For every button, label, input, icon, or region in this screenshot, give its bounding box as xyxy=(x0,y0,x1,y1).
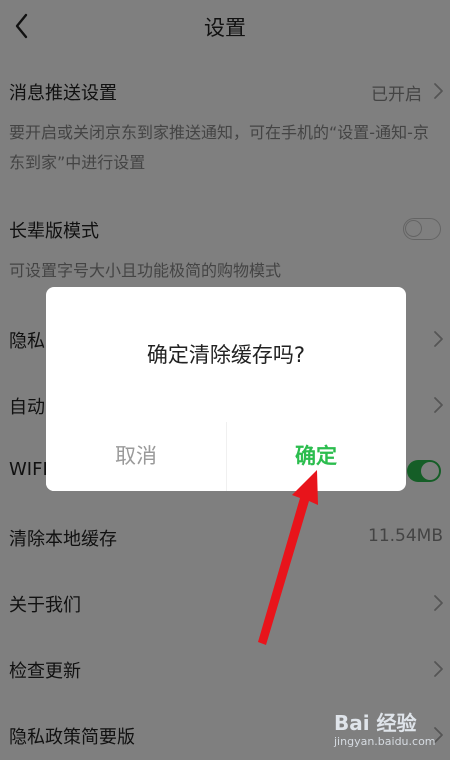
baidu-jingyan-watermark: Bai 经验 jingyan.baidu.com xyxy=(334,705,448,757)
confirm-button[interactable]: 确定 xyxy=(226,422,406,491)
watermark-logo: Bai 经验 xyxy=(334,711,417,735)
watermark-url: jingyan.baidu.com xyxy=(334,735,436,748)
clear-cache-dialog: 确定清除缓存吗? 取消 确定 xyxy=(46,287,406,491)
dialog-message: 确定清除缓存吗? xyxy=(146,343,306,367)
cancel-button[interactable]: 取消 xyxy=(46,422,226,491)
